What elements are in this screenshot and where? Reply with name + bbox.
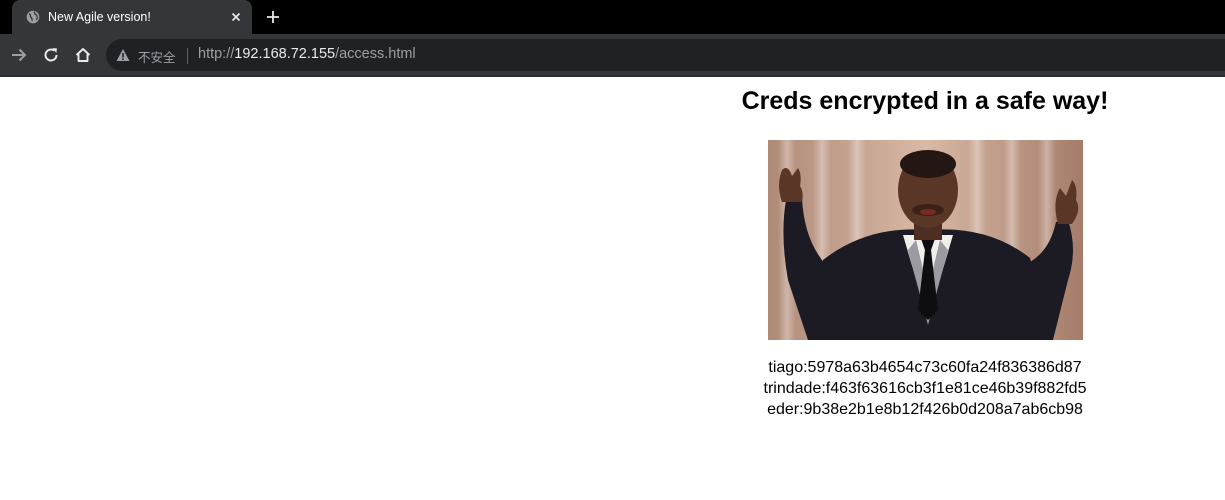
omnibox-separator bbox=[187, 48, 188, 64]
browser-toolbar: 不安全 http://192.168.72.155/access.html bbox=[0, 34, 1225, 75]
new-tab-plus-icon[interactable] bbox=[264, 8, 282, 26]
home-icon[interactable] bbox=[73, 45, 93, 65]
credential-line: trindade:f463f63616cb3f1e81ce46b39f882fd… bbox=[763, 380, 1087, 397]
url-text[interactable]: http://192.168.72.155/access.html bbox=[198, 46, 416, 62]
globe-icon bbox=[26, 10, 40, 24]
url-host: 192.168.72.155 bbox=[234, 46, 336, 62]
credential-line: eder:9b38e2b1e8b12f426b0d208a7ab6cb98 bbox=[767, 401, 1083, 418]
tab-title: New Agile version! bbox=[48, 10, 151, 24]
tuxedo-man-photo bbox=[768, 140, 1083, 340]
url-path: /access.html bbox=[335, 46, 416, 62]
credential-line: tiago:5978a63b4654c73c60fa24f836386d87 bbox=[768, 359, 1082, 376]
page-heading: Creds encrypted in a safe way! bbox=[741, 87, 1109, 115]
tab-active[interactable]: New Agile version! bbox=[12, 0, 252, 34]
warning-triangle-icon[interactable] bbox=[116, 48, 130, 62]
tab-strip: New Agile version! bbox=[0, 0, 1225, 34]
credentials-block: tiago:5978a63b4654c73c60fa24f836386d87 t… bbox=[625, 357, 1225, 420]
address-bar[interactable]: 不安全 http://192.168.72.155/access.html bbox=[106, 39, 1225, 71]
page-content: Creds encrypted in a safe way! tiago:597… bbox=[0, 77, 1225, 500]
forward-arrow-icon[interactable] bbox=[9, 45, 29, 65]
url-scheme: http:// bbox=[198, 46, 235, 62]
security-label[interactable]: 不安全 bbox=[138, 47, 176, 66]
close-icon[interactable] bbox=[229, 10, 243, 24]
reload-icon[interactable] bbox=[41, 45, 61, 65]
